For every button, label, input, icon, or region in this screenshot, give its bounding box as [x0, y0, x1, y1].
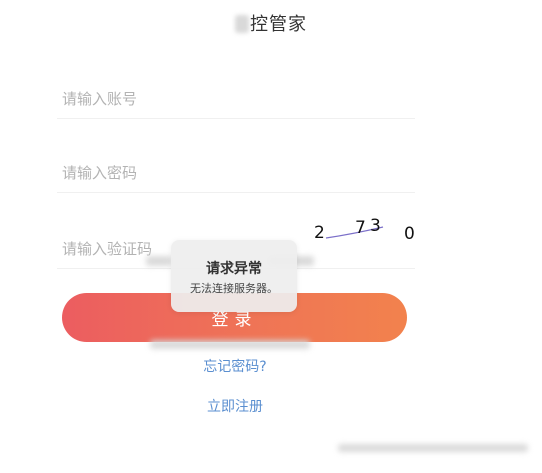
obscured-title-prefix — [235, 15, 249, 33]
captcha-char: 2 — [314, 223, 325, 243]
password-input[interactable] — [62, 164, 302, 182]
captcha-char: 3 — [370, 216, 381, 236]
toast-title: 请求异常 — [206, 261, 262, 277]
password-field — [57, 144, 415, 193]
forgot-password-link[interactable]: 忘记密码? — [0, 356, 470, 376]
captcha-char: 7 — [355, 218, 366, 238]
watermark-blur — [150, 340, 310, 349]
captcha-char: 0 — [404, 224, 415, 244]
app-title-text: 控管家 — [250, 14, 307, 35]
app-title: 控管家 — [0, 10, 542, 36]
error-toast: 请求异常 无法连接服务器。 — [171, 240, 297, 312]
captcha-image[interactable]: 2 7 3 0 — [308, 216, 428, 250]
toast-message: 无法连接服务器。 — [190, 282, 278, 295]
watermark-blur — [146, 256, 172, 266]
account-input[interactable] — [62, 90, 302, 108]
account-field — [57, 70, 415, 119]
register-link[interactable]: 立即注册 — [0, 396, 470, 416]
captcha-graphic: 2 7 3 0 — [314, 216, 415, 244]
watermark-blur — [338, 444, 528, 452]
